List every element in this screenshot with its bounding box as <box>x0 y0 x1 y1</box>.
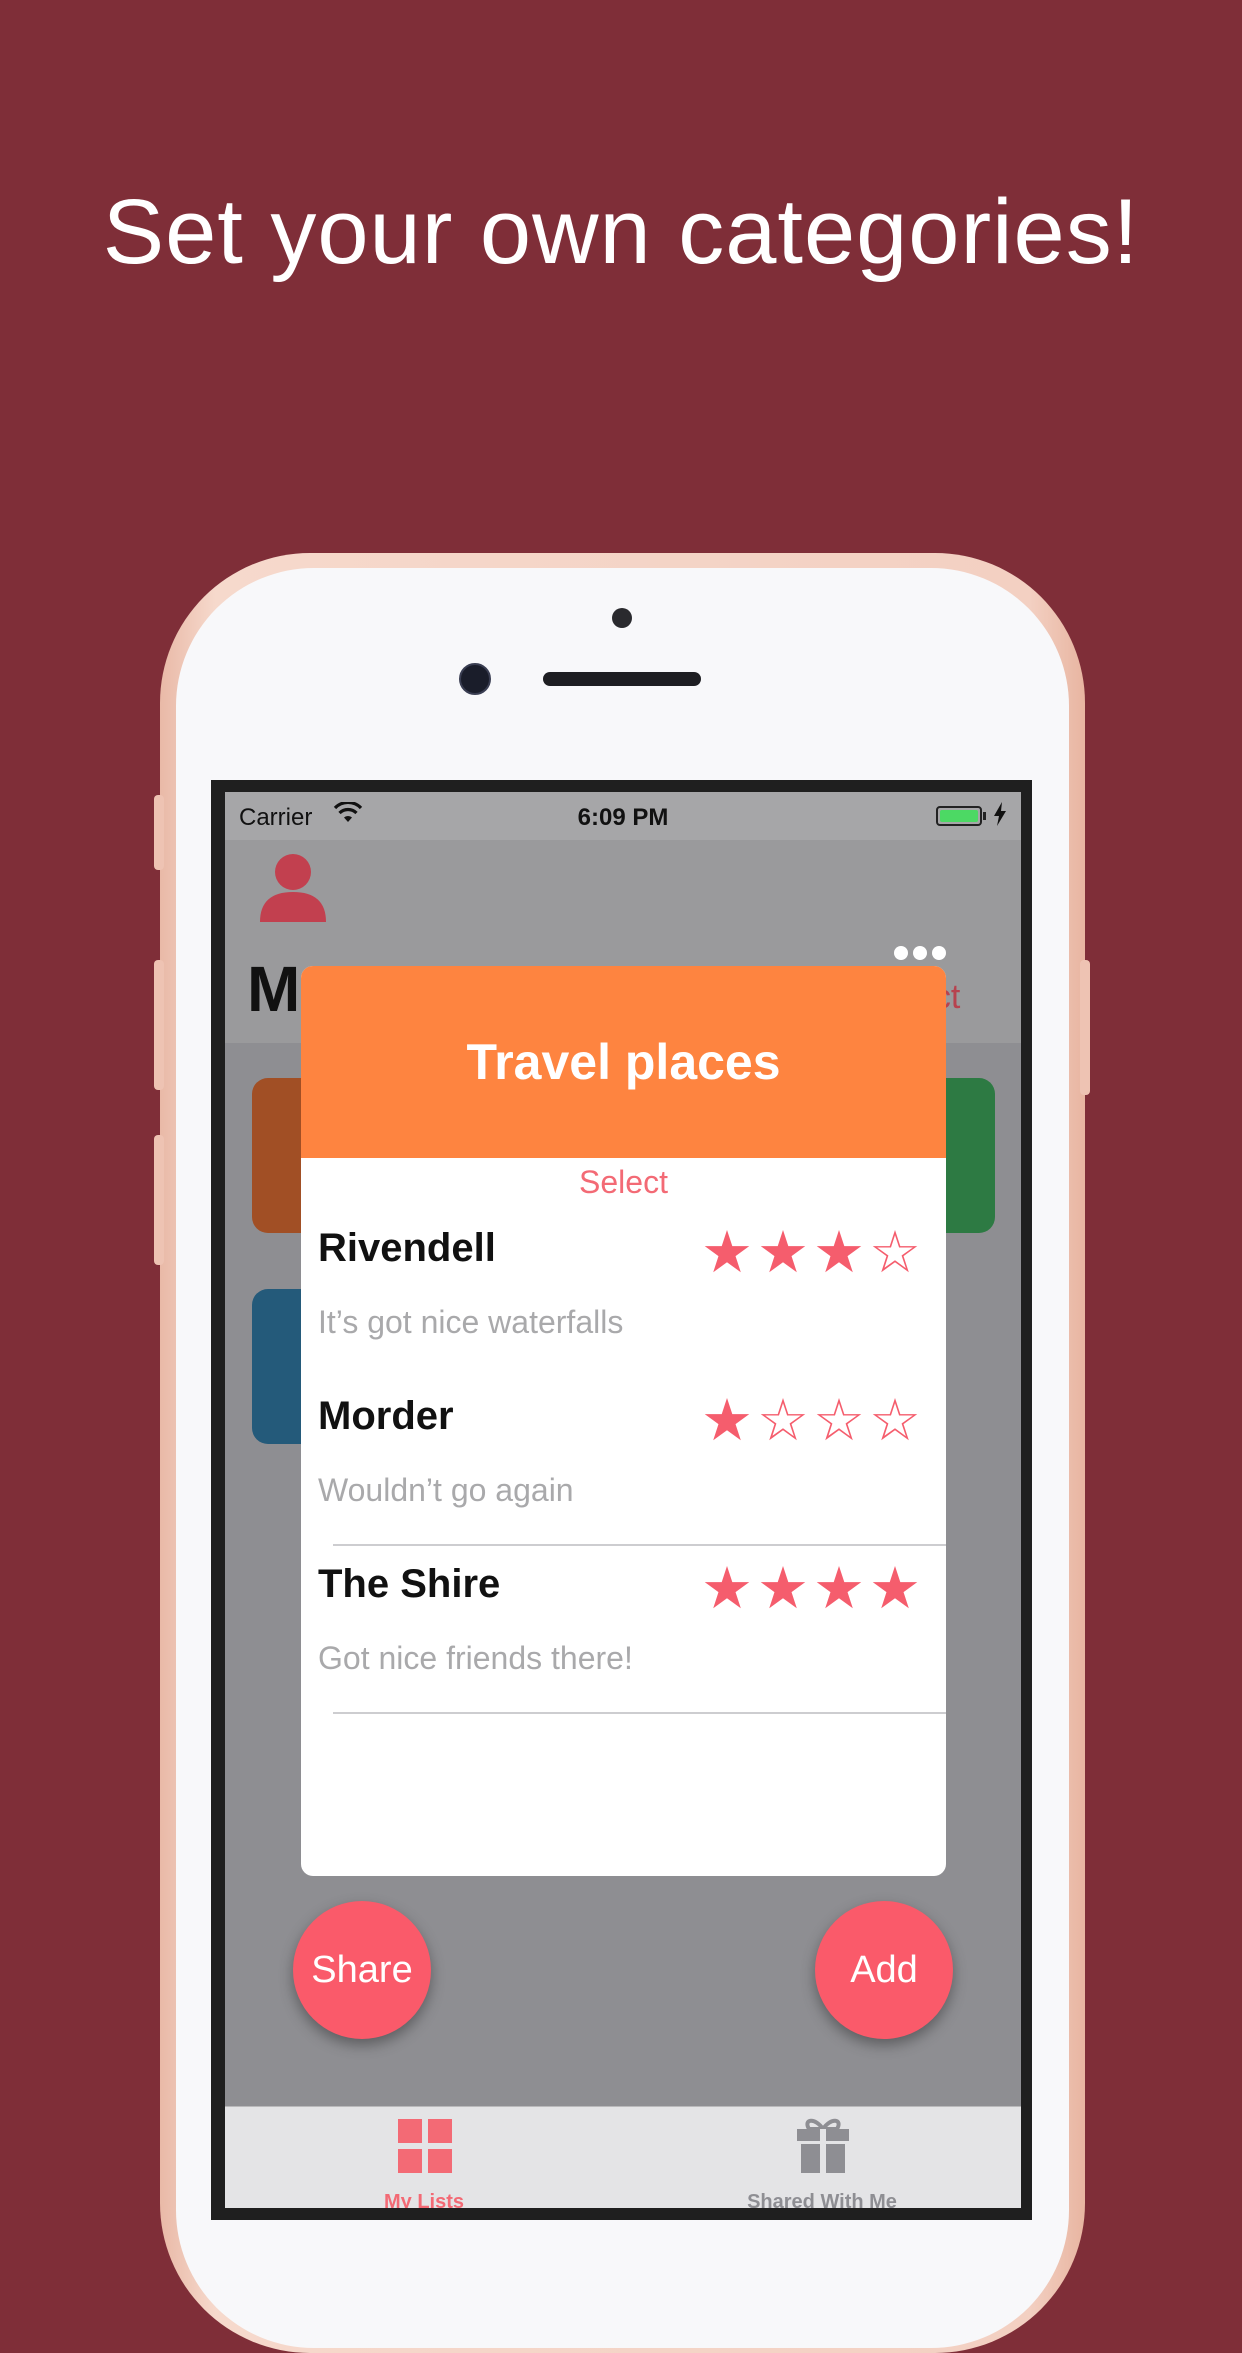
modal-header: Travel places <box>301 966 946 1158</box>
star-rating[interactable]: ★☆☆☆ <box>701 1392 925 1450</box>
page-title: M <box>247 953 301 1025</box>
status-bar: Carrier 6:09 PM <box>225 792 1021 840</box>
proximity-sensor <box>612 608 632 628</box>
app-screen: Carrier 6:09 PM M ect <box>225 792 1021 2208</box>
tab-bar: My Lists Shared With Me <box>225 2106 1021 2208</box>
row-divider <box>333 1712 946 1714</box>
gift-icon <box>795 2115 851 2180</box>
item-note: Wouldn’t go again <box>318 1472 574 1508</box>
mute-switch <box>154 795 164 870</box>
item-name: Morder <box>318 1394 454 1438</box>
add-button[interactable]: Add <box>815 1901 953 2039</box>
charging-icon <box>993 802 1007 833</box>
tab-my-lists[interactable]: My Lists <box>225 2107 623 2208</box>
earpiece-speaker <box>543 672 701 686</box>
headline: Set your own categories! <box>102 181 1140 283</box>
item-name: Rivendell <box>318 1226 496 1270</box>
tab-label: Shared With Me <box>747 2191 897 2208</box>
clock-label: 6:09 PM <box>577 804 669 831</box>
star-rating[interactable]: ★★★★ <box>701 1560 925 1618</box>
share-button[interactable]: Share <box>293 1901 431 2039</box>
list-item[interactable]: Morder ★☆☆☆ Wouldn’t go again <box>301 1378 946 1546</box>
star-rating[interactable]: ★★★☆ <box>701 1224 925 1282</box>
tab-label: My Lists <box>383 2191 465 2208</box>
list-item[interactable]: The Shire ★★★★ Got nice friends there! <box>301 1546 946 1714</box>
item-name: The Shire <box>318 1562 501 1606</box>
item-note: Got nice friends there! <box>318 1640 633 1676</box>
volume-down-button <box>154 1135 164 1265</box>
tab-shared-with-me[interactable]: Shared With Me <box>623 2107 1021 2208</box>
select-button[interactable]: Select <box>301 1164 946 1201</box>
battery-tip <box>983 812 986 820</box>
more-options-icon[interactable] <box>893 928 947 970</box>
profile-icon[interactable] <box>258 852 328 929</box>
category-modal: Travel places Select Rivendell ★★★☆ It’s… <box>301 966 946 1876</box>
list-item[interactable]: Rivendell ★★★☆ It’s got nice waterfalls <box>301 1210 946 1378</box>
power-button <box>1080 960 1090 1095</box>
item-note: It’s got nice waterfalls <box>318 1304 624 1340</box>
grid-icon <box>398 2119 452 2178</box>
volume-up-button <box>154 960 164 1090</box>
modal-title: Travel places <box>466 1034 781 1090</box>
battery-icon <box>936 806 982 826</box>
front-camera <box>459 663 491 695</box>
